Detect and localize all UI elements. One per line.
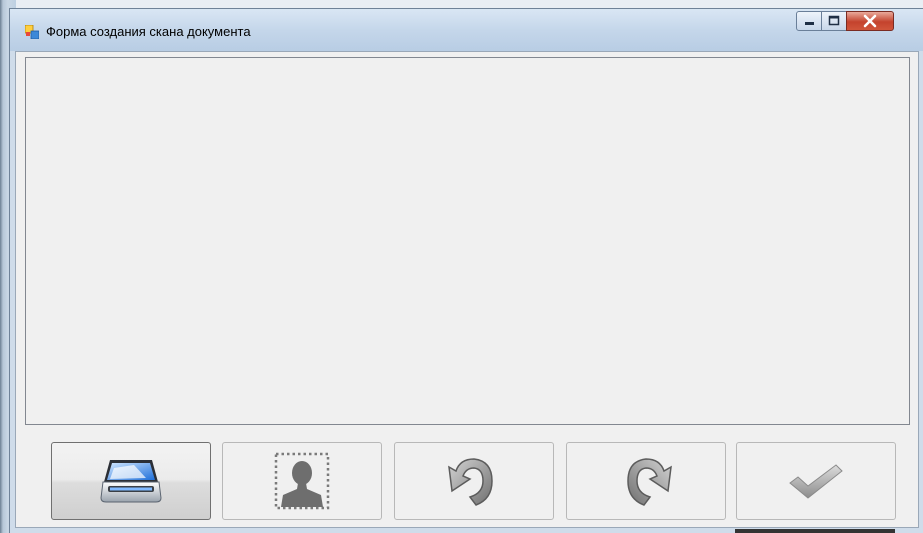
minimize-button[interactable] [796,11,822,31]
rotate-right-button[interactable] [566,442,726,520]
rotate-left-icon [448,458,493,506]
person-selection-icon [274,452,330,510]
scan-button[interactable] [51,442,211,520]
select-area-button[interactable] [222,442,382,520]
scan-form-window: Форма создания скана документа [9,8,923,533]
checkmark-icon [789,464,843,499]
minimize-icon [805,22,814,25]
close-icon [863,14,877,28]
close-button[interactable] [846,11,894,31]
taskbar-fragment [735,529,895,533]
app-form-icon [24,24,40,40]
maximize-button[interactable] [821,11,847,31]
client-area [15,51,919,528]
rotate-right-icon [627,458,672,506]
window-title: Форма создания скана документа [46,24,251,39]
rotate-left-button[interactable] [394,442,554,520]
scanner-icon [100,460,162,503]
title-bar[interactable]: Форма создания скана документа [10,9,923,51]
scan-preview-panel [25,57,910,425]
maximize-icon [828,15,840,26]
confirm-button[interactable] [736,442,896,520]
